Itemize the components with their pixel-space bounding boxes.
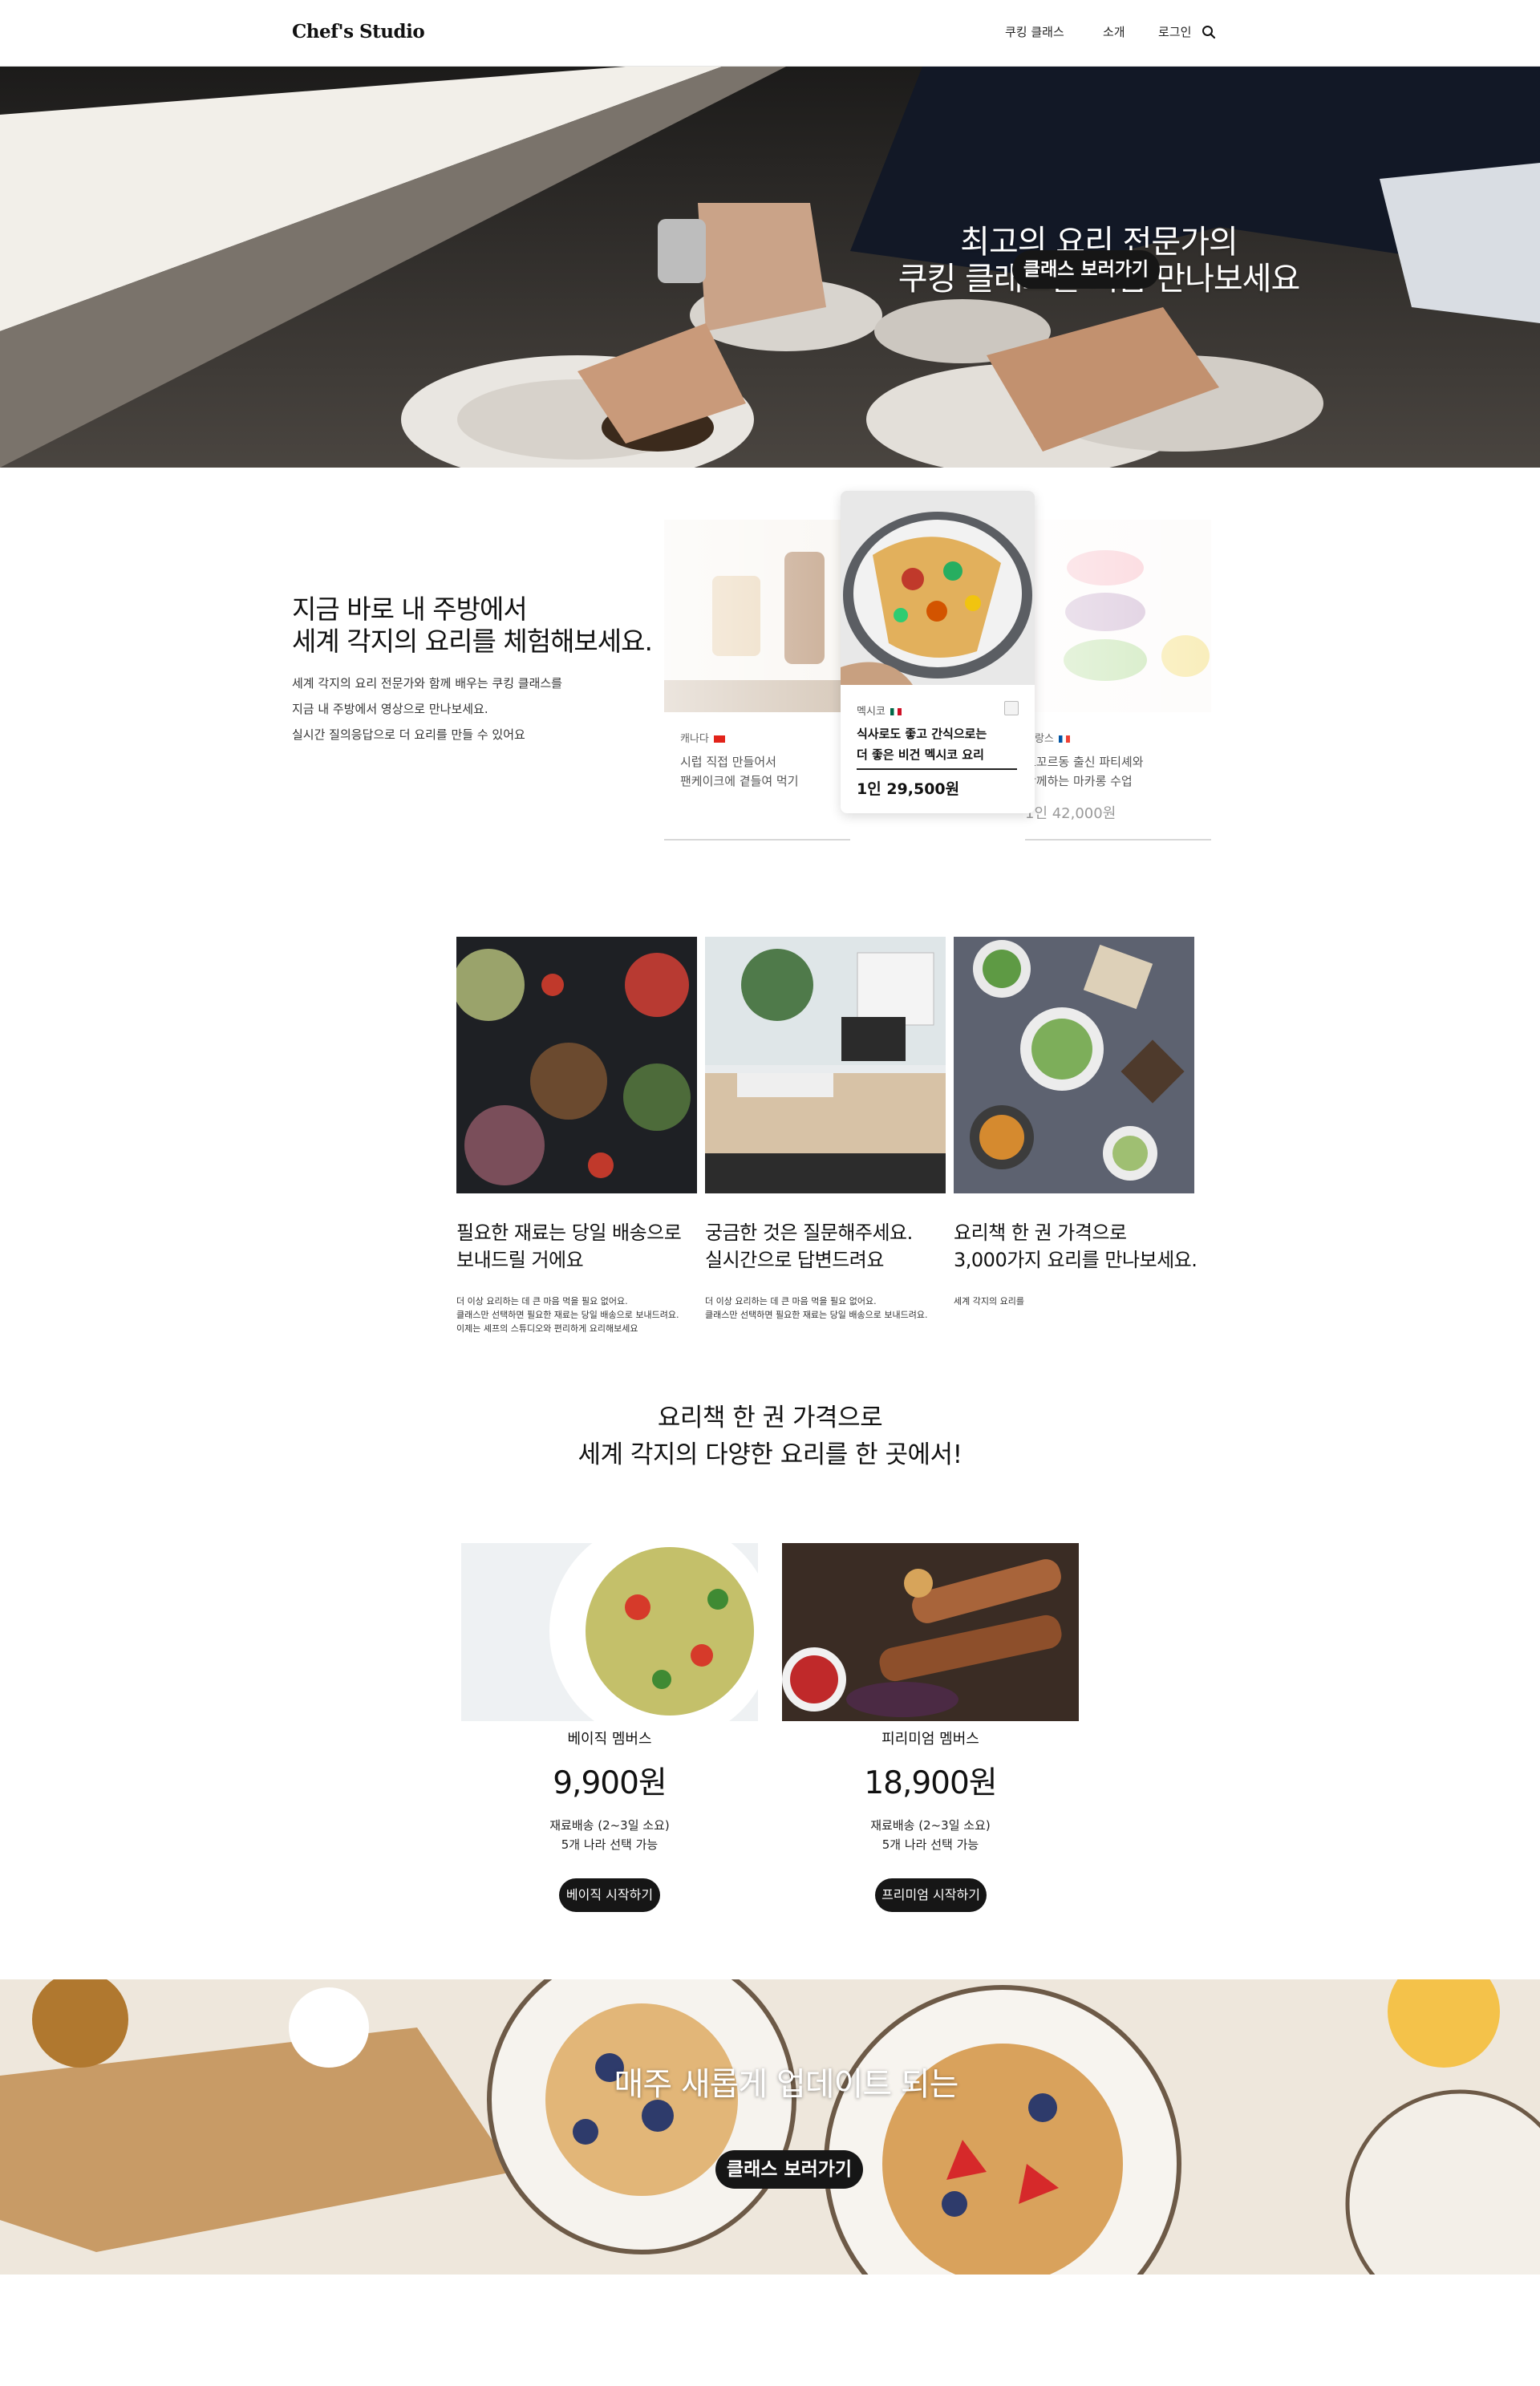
- card-divider: [857, 768, 1017, 770]
- feature-desc-line: 더 이상 요리하는 데 큰 마음 먹을 필요 없어요.: [456, 1296, 628, 1306]
- experience-description: 세계 각지의 요리 전문가와 함께 배우는 쿠킹 클래스를 지금 내 주방에서 …: [292, 670, 562, 747]
- card-title: 시럽 직접 만들어서 팬케이크에 곁들여 먹기: [680, 752, 799, 791]
- nav-cooking-class[interactable]: 쿠킹 클래스: [1005, 23, 1064, 40]
- hero-banner: 최고의 요리 전문가의 쿠킹 클래스를 지금 만나보세요: [0, 67, 1540, 468]
- card-title-line2: 함께하는 마카롱 수업: [1025, 774, 1133, 788]
- card-price: 1인 42,000원: [1025, 805, 1116, 822]
- feature-title-line2: 3,000가지 요리를 만나보세요.: [954, 1249, 1198, 1271]
- experience-desc-line1: 세계 각지의 요리 전문가와 함께 배우는 쿠킹 클래스를: [292, 676, 562, 691]
- grilled-meat-photo: [782, 1543, 1079, 1721]
- experience-title: 지금 바로 내 주방에서 세계 각지의 요리를 체험해보세요.: [292, 593, 653, 658]
- site-header: Chef's Studio 쿠킹 클래스 소개 로그인: [0, 0, 1540, 67]
- plan-name: 베이직 멤버스: [567, 1731, 652, 1748]
- plan-features: 재료배송 (2~3일 소요) 5개 나라 선택 가능: [461, 1816, 758, 1854]
- card-title: 르꼬르동 출신 파티셰와 함께하는 마카롱 수업: [1025, 752, 1144, 791]
- experience-title-line2: 세계 각지의 요리를 체험해보세요.: [292, 626, 653, 657]
- plan-features: 재료배송 (2~3일 소요) 5개 나라 선택 가능: [782, 1816, 1079, 1854]
- feature-title: 궁금한 것은 질문해주세요. 실시간으로 답변드려요: [705, 1219, 954, 1274]
- card-title: 식사로도 좋고 간식으로는 더 좋은 비건 멕시코 요리: [857, 723, 1025, 765]
- feature-title-line2: 실시간으로 답변드려요: [705, 1249, 884, 1271]
- card-price: 1인 29,500원: [857, 780, 960, 798]
- waffle-table-photo: [0, 1979, 1540, 2275]
- card-fade-overlay: [664, 520, 850, 839]
- card-country: 캐나다: [680, 730, 725, 745]
- card-title-line1: 식사로도 좋고 간식으로는: [857, 727, 987, 741]
- feature-description: 더 이상 요리하는 데 큰 마음 먹을 필요 없어요. 클래스만 선택하면 필요…: [705, 1294, 954, 1322]
- feature-title-line2: 보내드릴 거에요: [456, 1249, 584, 1271]
- feature-title: 필요한 재료는 당일 배송으로 보내드릴 거에요: [456, 1219, 705, 1274]
- plan-name: 피리미엄 멤버스: [881, 1731, 979, 1748]
- feature-title-line1: 필요한 재료는 당일 배송으로: [456, 1221, 682, 1244]
- card-title-line1: 르꼬르동 출신 파티셰와: [1025, 755, 1144, 769]
- home-office-photo: [705, 937, 946, 1193]
- feature-title: 요리책 한 권 가격으로 3,000가지 요리를 만나보세요.: [954, 1219, 1202, 1274]
- membership-title-line1: 요리책 한 권 가격으로: [657, 1404, 883, 1432]
- hero-cta-button[interactable]: 클래스 보러가기: [1012, 250, 1160, 289]
- membership-title: 요리책 한 권 가격으로 세계 각지의 다양한 요리를 한 곳에서!: [449, 1400, 1091, 1473]
- feature-desc-line: 클래스만 선택하면 필요한 재료는 당일 배송으로 보내드려요.: [705, 1310, 928, 1320]
- vegan-taco-photo: [841, 491, 1035, 685]
- pasta-salad-photo: [461, 1543, 758, 1721]
- plan-note-line: 5개 나라 선택 가능: [561, 1837, 659, 1852]
- feature-desc-line: 더 이상 요리하는 데 큰 마음 먹을 필요 없어요.: [705, 1296, 877, 1306]
- plan-price: 9,900원: [553, 1765, 667, 1801]
- experience-desc-line2: 지금 내 주방에서 영상으로 만나보세요.: [292, 702, 488, 716]
- experience-title-line1: 지금 바로 내 주방에서: [292, 593, 528, 625]
- class-card-canada[interactable]: 캐나다 시럽 직접 만들어서 팬케이크에 곁들여 먹기: [664, 520, 850, 841]
- dishes-table-photo: [954, 937, 1194, 1193]
- membership-title-line2: 세계 각지의 다양한 요리를 한 곳에서!: [578, 1440, 963, 1469]
- plan-price: 18,900원: [864, 1765, 997, 1801]
- feature-desc-line: 이제는 셰프의 스튜디오와 편리하게 요리해보세요: [456, 1323, 638, 1334]
- bottom-banner: [0, 1979, 1540, 2275]
- bookmark-icon[interactable]: [1004, 701, 1019, 715]
- experience-desc-line3: 실시간 질의응답으로 더 요리를 만들 수 있어요: [292, 727, 525, 742]
- card-title-line1: 시럽 직접 만들어서: [680, 755, 776, 769]
- card-country: 멕시코: [857, 703, 902, 718]
- nav-about[interactable]: 소개: [1103, 23, 1125, 40]
- feature-desc-line: 세계 각지의 요리를: [954, 1296, 1024, 1306]
- banner-cta-button[interactable]: 클래스 보러가기: [715, 2150, 863, 2189]
- plan-note-line: 재료배송 (2~3일 소요): [549, 1818, 670, 1833]
- card-title-line2: 팬케이크에 곁들여 먹기: [680, 774, 799, 788]
- premium-start-button[interactable]: 프리미엄 시작하기: [875, 1878, 987, 1912]
- site-logo[interactable]: Chef's Studio: [292, 21, 425, 43]
- class-card-france[interactable]: 프랑스 르꼬르동 출신 파티셰와 함께하는 마카롱 수업 1인 42,000원: [1025, 520, 1211, 841]
- card-title-line2: 더 좋은 비건 멕시코 요리: [857, 747, 984, 762]
- feature-title-line1: 요리책 한 권 가격으로: [954, 1221, 1127, 1244]
- basic-start-button[interactable]: 베이직 시작하기: [559, 1878, 660, 1912]
- banner-title: 매주 새롭게 업데이트 되는: [614, 2066, 959, 2103]
- nav-login[interactable]: 로그인: [1158, 23, 1191, 40]
- class-card-mexico[interactable]: 멕시코 식사로도 좋고 간식으로는 더 좋은 비건 멕시코 요리 1인 29,5…: [841, 491, 1035, 813]
- feature-description: 세계 각지의 요리를: [954, 1294, 1202, 1308]
- feature-description: 더 이상 요리하는 데 큰 마음 먹을 필요 없어요. 클래스만 선택하면 필요…: [456, 1294, 705, 1335]
- feature-desc-line: 클래스만 선택하면 필요한 재료는 당일 배송으로 보내드려요.: [456, 1310, 679, 1320]
- ingredients-photo: [456, 937, 697, 1193]
- plan-note-line: 재료배송 (2~3일 소요): [870, 1818, 991, 1833]
- search-icon[interactable]: [1202, 25, 1216, 39]
- plan-note-line: 5개 나라 선택 가능: [881, 1837, 979, 1852]
- card-fade-overlay: [1025, 520, 1211, 839]
- feature-title-line1: 궁금한 것은 질문해주세요.: [705, 1221, 913, 1244]
